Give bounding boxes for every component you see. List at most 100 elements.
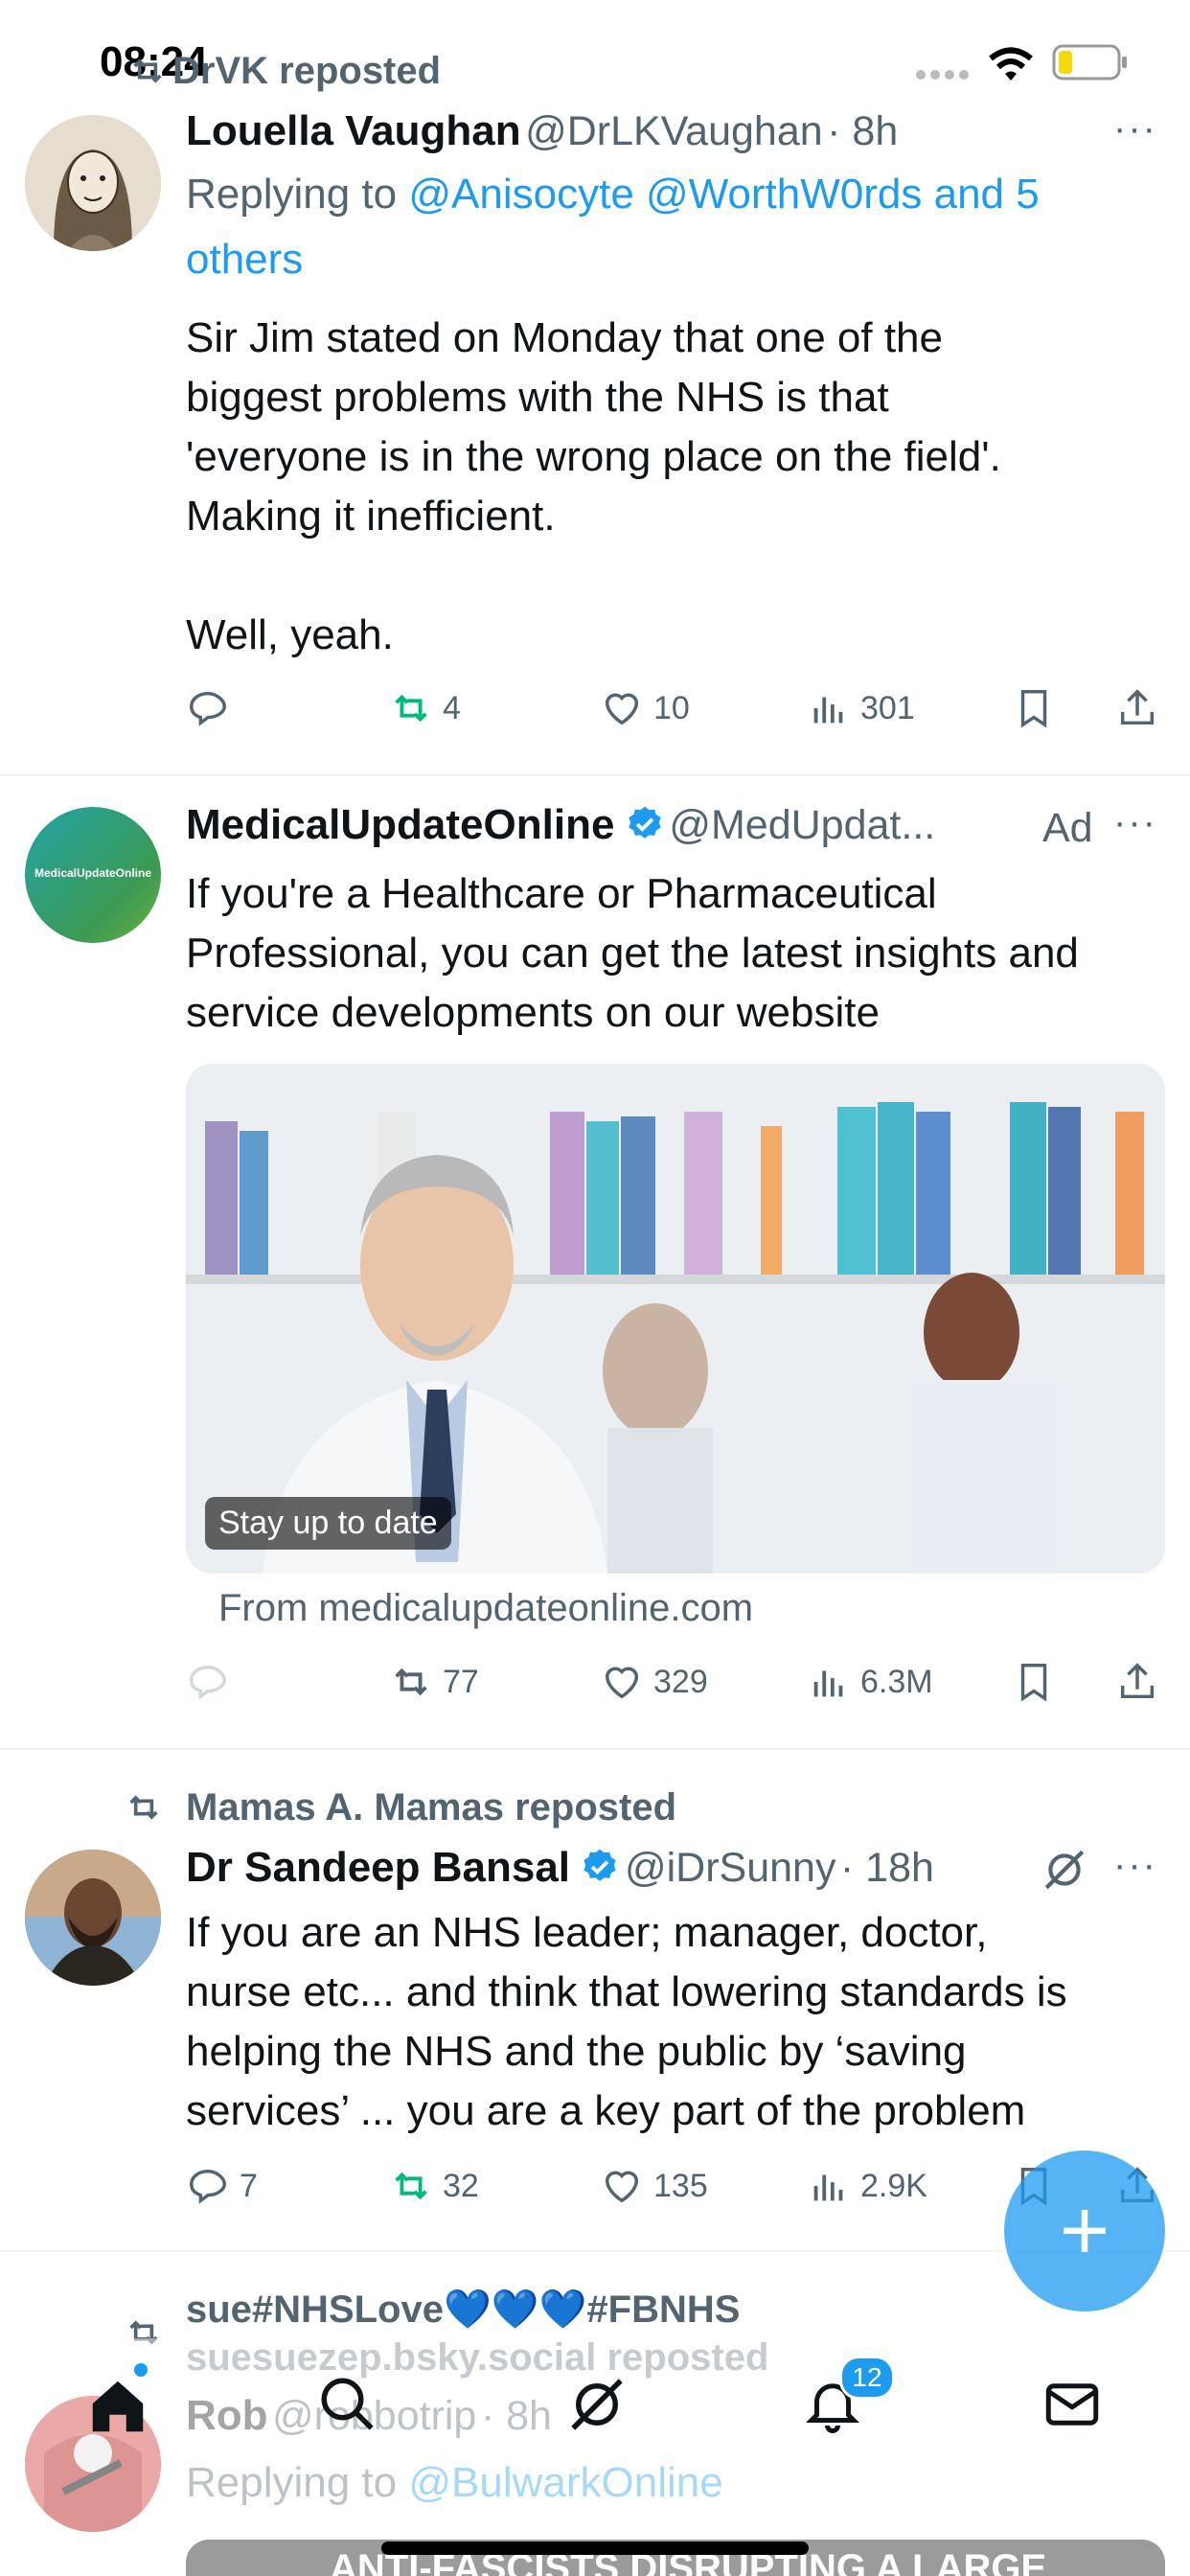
views-count: 301 [860,689,915,726]
more-options-icon[interactable]: ··· [1113,1844,1157,1887]
bottom-nav: 12 [0,2338,1190,2576]
divider [0,774,1190,776]
views-button[interactable]: 301 [807,686,915,730]
avatar[interactable] [25,115,161,251]
wifi-icon [987,46,1035,89]
divider [0,1748,1190,1750]
home-indicator [381,2542,809,2555]
grok-icon[interactable] [1041,1846,1088,1898]
author-name[interactable]: MedicalUpdateOnline [186,801,614,848]
text-line: Professional, you can get the latest ins… [186,930,1079,977]
ad-label: Ad [1042,805,1093,851]
verified-badge-icon [584,1849,617,1881]
views-icon [813,1670,843,1697]
text-line: service developments on our website [186,989,880,1036]
tweet-text: Sir Jim stated on Monday that one of the… [186,309,1163,665]
replying-to-others-link[interactable]: others [186,236,303,284]
reply-button[interactable] [186,686,240,730]
text-line: Well, yeah. [186,611,394,658]
ad-source-link[interactable]: From medicalupdateonline.com [218,1587,753,1630]
avatar[interactable] [25,1850,161,1986]
heart-icon [605,1667,639,1699]
home-icon[interactable] [84,2373,151,2445]
share-icon [1120,689,1155,725]
messages-icon[interactable] [1041,2373,1104,2441]
text-line: biggest problems with the NHS is that [186,374,889,421]
author-handle[interactable]: @DrLKVaughan [525,108,823,154]
compose-button[interactable]: + [1004,2150,1165,2312]
plus-icon: + [1059,2183,1110,2279]
text-line: services’ ... you are a key part of the … [186,2087,1026,2134]
repost-icon [123,1788,165,1831]
repost-label[interactable]: Mamas A. Mamas reposted [186,1786,676,1829]
notifications-badge: 12 [839,2356,895,2400]
views-count: 2.9K [860,2167,927,2204]
grok-nav-icon[interactable] [565,2373,629,2441]
verified-badge-icon [629,806,661,839]
tweet-text: If you are an NHS leader; manager, docto… [186,1903,1173,2141]
reply-icon [190,1665,226,1700]
share-button[interactable] [1115,1660,1159,1704]
repost-button[interactable]: 4 [389,686,461,730]
image-caption: Stay up to date [205,1497,451,1550]
text-line: If you're a Healthcare or Pharmaceutical [186,870,937,917]
heart-icon [605,693,639,725]
views-count: 6.3M [860,1663,933,1700]
bookmark-icon [1020,1664,1047,1702]
repost-label[interactable]: sue#NHSLove💙💙💙#FBNHS [186,2287,740,2332]
like-button[interactable]: 329 [600,1660,708,1704]
battery-icon [1052,44,1129,87]
repost-icon [126,52,169,95]
text-line: helping the NHS and the public by ‘savin… [186,2028,967,2075]
text-line: Making it inefficient. [186,493,556,540]
bookmark-button[interactable] [1012,1660,1056,1704]
replying-to-link[interactable]: @Anisocyte @WorthW0rds and 5 [408,171,1039,218]
like-button[interactable]: 10 [600,686,690,730]
search-icon[interactable] [316,2373,379,2441]
views-button[interactable]: 6.3M [807,1660,933,1704]
repost-count: 4 [443,689,461,726]
bookmark-button[interactable] [1012,686,1056,730]
share-button[interactable] [1115,686,1159,730]
tweet-text: If you're a Healthcare or Pharmaceutical… [186,864,1173,1043]
repost-icon [395,1668,427,1696]
avatar-logo-text: MedicalUpdateOnline [34,866,152,880]
reply-count: 7 [240,2167,258,2204]
repost-count: 32 [443,2167,479,2204]
text-line: 'everyone is in the wrong place on the f… [186,433,1001,480]
more-options-icon[interactable]: ··· [1113,107,1157,150]
repost-button[interactable]: 77 [389,1660,479,1704]
repost-count: 77 [443,1663,479,1700]
repost-button[interactable]: 32 [389,2164,479,2208]
reply-icon [190,2169,226,2204]
bookmark-icon [1020,690,1047,728]
author-name[interactable]: Dr Sandeep Bansal [186,1844,570,1891]
like-count: 329 [653,1663,708,1700]
ad-image[interactable]: Stay up to date [186,1064,1165,1574]
tweet-time: · 18h [839,1845,934,1891]
signal-icon [915,67,971,87]
reply-button[interactable] [186,1660,230,1704]
author-name[interactable]: Louella Vaughan [186,107,521,154]
share-icon [1120,1663,1155,1699]
text-line: Sir Jim stated on Monday that one of the [186,314,944,361]
home-unread-dot [134,2363,148,2377]
author-handle[interactable]: @MedUpdat... [669,802,935,848]
reply-icon [190,691,226,726]
heart-icon [605,2171,639,2203]
more-options-icon[interactable]: ··· [1113,801,1157,844]
author-handle[interactable]: @iDrSunny [625,1845,836,1891]
like-count: 10 [653,689,690,726]
views-button[interactable]: 2.9K [807,2164,927,2208]
text-line: If you are an NHS leader; manager, docto… [186,1909,988,1956]
reply-button[interactable]: 7 [186,2164,258,2208]
like-button[interactable]: 135 [600,2164,708,2208]
avatar[interactable]: MedicalUpdateOnline [25,807,161,943]
text-line: nurse etc... and think that lowering sta… [186,1968,1067,2015]
repost-icon [395,2172,427,2200]
repost-icon [395,694,427,723]
views-icon [813,697,843,724]
replying-prefix: Replying to [186,171,398,218]
views-icon [813,2174,843,2201]
repost-label[interactable]: DrVK reposted [172,50,441,93]
